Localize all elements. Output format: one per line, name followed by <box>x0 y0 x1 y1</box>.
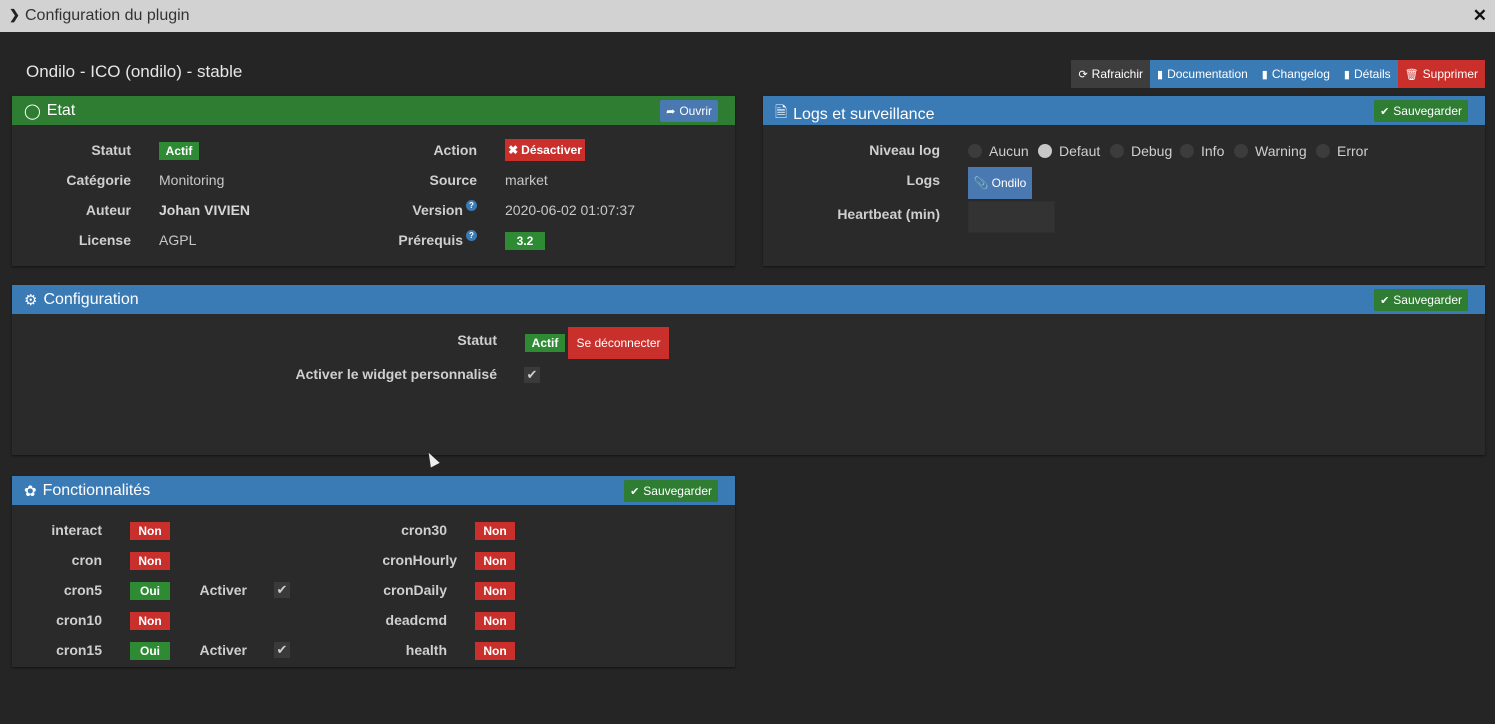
refresh-icon: ⟳ <box>1078 68 1088 81</box>
source-value: market <box>505 172 548 188</box>
check-circle-icon: ✔ <box>630 485 640 498</box>
feature-deadcmd-label: deadcmd <box>385 612 447 628</box>
license-value: AGPL <box>159 232 197 248</box>
feature-interact-badge: Non <box>130 522 170 540</box>
feature-cron30-label: cron30 <box>401 522 447 538</box>
plugin-title: Ondilo - ICO (ondilo) - stable <box>26 62 243 81</box>
puzzle-icon: ✿ <box>24 483 37 500</box>
radio-error[interactable]: Error <box>1316 143 1368 159</box>
check-circle-icon: ✔ <box>1380 105 1390 118</box>
open-button[interactable]: ➦ Ouvrir <box>660 100 718 122</box>
feature-cron15-label: cron15 <box>56 642 102 658</box>
feature-cronhourly-badge: Non <box>475 552 515 570</box>
heartbeat-input[interactable] <box>968 201 1055 233</box>
niveau-log-label: Niveau log <box>869 142 940 158</box>
auteur-label: Auteur <box>85 202 131 218</box>
categorie-label: Catégorie <box>66 172 131 188</box>
config-status-badge: Actif <box>525 334 565 352</box>
cron5-activer-checkbox[interactable]: ✔ <box>274 582 290 598</box>
logs-title: Logs et surveillance <box>793 105 935 123</box>
feature-cron30-badge: Non <box>475 522 515 540</box>
disconnect-button[interactable]: Se déconnecter <box>568 327 669 359</box>
status-badge: Actif <box>159 142 199 160</box>
logs-ondilo-button[interactable]: 📎 Ondilo <box>968 167 1032 199</box>
configuration-panel: ⚙ Configuration ✔ Sauvegarder <box>12 285 1485 455</box>
plugin-toolbar: ⟳ Rafraichir ▮ Documentation ▮ Changelog ▮ D… <box>1071 60 1485 88</box>
book-icon: ▮ <box>1157 68 1164 81</box>
feature-cron5-label: cron5 <box>63 582 102 598</box>
prerequis-label: Prérequis? <box>380 230 477 248</box>
share-icon: ➦ <box>666 105 676 118</box>
help-icon[interactable]: ? <box>466 230 477 241</box>
configuration-save-button[interactable]: ✔ Sauvegarder <box>1374 289 1468 311</box>
book-icon: ▮ <box>1261 68 1268 81</box>
refresh-button[interactable]: ⟳ Rafraichir <box>1071 60 1151 88</box>
radio-defaut[interactable]: Defaut <box>1038 143 1100 159</box>
feature-cron10-badge: Non <box>130 612 170 630</box>
radio-info[interactable]: Info <box>1180 143 1224 159</box>
feature-health-label: health <box>405 642 447 658</box>
action-label: Action <box>433 142 477 158</box>
auteur-value: Johan VIVIEN <box>159 202 251 218</box>
configuration-title: Configuration <box>43 291 139 308</box>
file-icon: 🗎 <box>775 104 788 121</box>
cron5-activer-label: Activer <box>199 582 247 598</box>
configuration-header: ⚙ Configuration ✔ Sauvegarder <box>12 285 1485 314</box>
times-icon: ✖ <box>508 143 519 157</box>
logs-label: Logs <box>906 172 940 188</box>
book-icon: ▮ <box>1343 68 1350 81</box>
dialog-title: Configuration du plugin <box>25 7 190 24</box>
feature-cron-label: cron <box>71 552 102 568</box>
statut-label: Statut <box>91 142 131 158</box>
feature-cronhourly-label: cronHourly <box>382 552 457 568</box>
dialog-titlebar: ❯ Configuration du plugin ✕ <box>0 0 1495 32</box>
cogs-icon: ⚙ <box>24 292 38 309</box>
spinner-icon: ◯ <box>24 103 41 120</box>
help-icon[interactable]: ? <box>466 200 477 211</box>
fonctionnalites-save-button[interactable]: ✔ Sauvegarder <box>624 480 718 502</box>
feature-interact-label: interact <box>51 522 102 538</box>
paperclip-icon: 📎 <box>973 176 989 190</box>
feature-cron-badge: Non <box>130 552 170 570</box>
chevron-right-icon[interactable]: ❯ <box>9 7 20 23</box>
feature-cron15-badge: Oui <box>130 642 170 660</box>
version-label: Version? <box>380 200 477 218</box>
etat-title: Etat <box>46 102 76 119</box>
check-circle-icon: ✔ <box>1380 294 1390 307</box>
widget-label: Activer le widget personnalisé <box>295 366 497 382</box>
heartbeat-label: Heartbeat (min) <box>837 206 940 222</box>
feature-crondaily-badge: Non <box>475 582 515 600</box>
feature-crondaily-label: cronDaily <box>383 582 447 598</box>
radio-warning[interactable]: Warning <box>1234 143 1307 159</box>
fonctionnalites-header: ✿ Fonctionnalités ✔ Sauvegarder <box>12 476 735 505</box>
version-value: 2020-06-02 01:07:37 <box>505 202 635 218</box>
feature-cron10-label: cron10 <box>56 612 102 628</box>
fonctionnalites-panel: ✿ Fonctionnalités ✔ Sauvegarder <box>12 476 735 667</box>
changelog-button[interactable]: ▮ Changelog <box>1254 60 1337 88</box>
cron15-activer-label: Activer <box>199 642 247 658</box>
source-label: Source <box>429 172 477 188</box>
etat-header: ◯ Etat ➦ Ouvrir <box>12 96 735 125</box>
logs-save-button[interactable]: ✔ Sauvegarder <box>1374 100 1468 122</box>
documentation-button[interactable]: ▮ Documentation <box>1150 60 1255 88</box>
radio-aucun[interactable]: Aucun <box>968 143 1029 159</box>
cron15-activer-checkbox[interactable]: ✔ <box>274 642 290 658</box>
deactivate-button[interactable]: ✖ Désactiver <box>505 139 585 161</box>
widget-checkbox[interactable]: ✔ <box>524 367 540 383</box>
feature-health-badge: Non <box>475 642 515 660</box>
details-button[interactable]: ▮ Détails <box>1336 60 1398 88</box>
feature-deadcmd-badge: Non <box>475 612 515 630</box>
feature-cron5-badge: Oui <box>130 582 170 600</box>
prerequis-badge: 3.2 <box>505 232 545 250</box>
license-label: License <box>78 232 131 248</box>
close-icon[interactable]: ✕ <box>1473 6 1487 26</box>
trash-icon: 🗑 <box>1404 68 1419 81</box>
delete-button[interactable]: 🗑 Supprimer <box>1397 60 1485 88</box>
config-statut-label: Statut <box>457 332 497 348</box>
radio-debug[interactable]: Debug <box>1110 143 1172 159</box>
categorie-value: Monitoring <box>159 172 225 188</box>
logs-header: 🗎 Logs et surveillance ✔ Sauvegarder <box>763 96 1485 125</box>
fonctionnalites-title: Fonctionnalités <box>42 482 151 499</box>
